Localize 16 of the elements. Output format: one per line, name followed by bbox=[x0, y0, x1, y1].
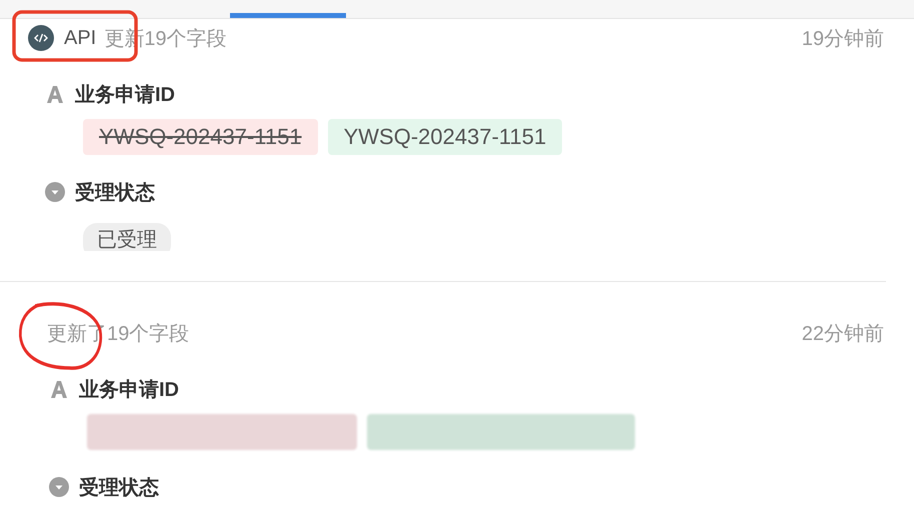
new-value: YWSQ-202437-1151 bbox=[328, 119, 562, 155]
tab-indicator[interactable] bbox=[230, 13, 346, 18]
timestamp: 22分钟前 bbox=[802, 322, 884, 346]
code-icon bbox=[28, 25, 54, 51]
status-tag: 已受理 bbox=[83, 223, 171, 251]
text-field-icon bbox=[49, 379, 69, 399]
old-value: YWSQ-202437-1151 bbox=[83, 119, 318, 155]
text-field-icon bbox=[45, 84, 65, 104]
dropdown-field-icon bbox=[49, 477, 69, 497]
timestamp: 19分钟前 bbox=[802, 26, 884, 52]
source-name: API bbox=[64, 26, 96, 50]
dropdown-field-icon bbox=[45, 182, 65, 202]
field-label: 业务申请ID bbox=[75, 82, 175, 108]
field-label: 受理状态 bbox=[79, 476, 159, 500]
field-label: 受理状态 bbox=[75, 180, 155, 206]
field-label: 业务申请ID bbox=[79, 378, 179, 402]
